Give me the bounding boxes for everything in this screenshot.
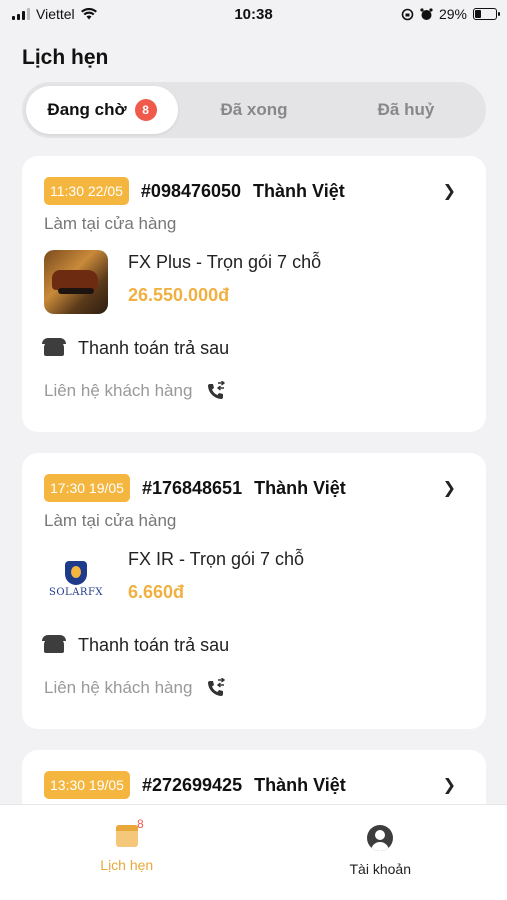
- service-location: Làm tại cửa hàng: [44, 214, 177, 233]
- appointment-time: 17:30 19/05: [44, 474, 130, 502]
- phone-transfer-icon: [206, 678, 226, 698]
- status-tabs: Đang chờ 8 Đã xong Đã huỷ: [22, 82, 486, 138]
- nav-label: Lịch hẹn: [100, 857, 154, 873]
- pending-count-badge: 8: [134, 99, 157, 121]
- product-thumbnail: SOLARFX: [44, 547, 108, 611]
- chevron-right-icon[interactable]: ❯: [443, 478, 456, 498]
- order-number: #272699425: [141, 774, 243, 795]
- contact-customer-button[interactable]: Liên hệ khách hàng: [44, 678, 464, 698]
- tab-label: Đã huỷ: [377, 100, 435, 119]
- appointment-card[interactable]: 17:30 19/05 #176848651 Thành Việt ❯ Làm …: [22, 453, 486, 729]
- battery-percent: 29%: [438, 6, 467, 22]
- product-item: FX Plus - Trọn gói 7 chỗ 26.550.000đ: [44, 250, 464, 314]
- customer-name: Thành Việt: [254, 774, 346, 795]
- tab-done[interactable]: Đã xong: [178, 86, 330, 134]
- appointment-time: 11:30 22/05: [44, 177, 129, 205]
- chevron-right-icon[interactable]: ❯: [443, 775, 456, 795]
- tab-pending[interactable]: Đang chờ 8: [26, 86, 178, 134]
- tab-cancelled[interactable]: Đã huỷ: [330, 86, 482, 134]
- product-price: 6.660đ: [128, 582, 185, 602]
- wifi-icon: [80, 8, 97, 20]
- service-location: Làm tại cửa hàng: [44, 511, 177, 530]
- battery-icon: [473, 8, 500, 20]
- appointment-time: 13:30 19/05: [44, 771, 130, 799]
- page-title: Lịch hẹn: [22, 46, 109, 69]
- product-thumbnail: [44, 250, 108, 314]
- tab-label: Đang chờ: [47, 100, 127, 119]
- contact-label: Liên hệ khách hàng: [44, 678, 193, 697]
- nav-appointments[interactable]: 8 Lịch hẹn: [0, 805, 254, 900]
- alarm-icon: [420, 7, 433, 20]
- carrier-label: Viettel: [36, 6, 75, 22]
- nav-account[interactable]: Tài khoản: [254, 805, 507, 900]
- nav-label: Tài khoản: [349, 861, 411, 877]
- contact-customer-button[interactable]: Liên hệ khách hàng: [44, 381, 464, 401]
- phone-transfer-icon: [206, 381, 226, 401]
- wallet-icon: [42, 337, 66, 356]
- nav-badge: 8: [137, 817, 144, 831]
- chevron-right-icon[interactable]: ❯: [443, 181, 456, 201]
- payment-method: Thanh toán trả sau: [78, 338, 230, 358]
- contact-label: Liên hệ khách hàng: [44, 381, 193, 400]
- appointment-card[interactable]: 11:30 22/05 #098476050 Thành Việt ❯ Làm …: [22, 156, 486, 432]
- status-bar: Viettel 10:38 29%: [0, 0, 507, 28]
- product-name: FX IR - Trọn gói 7 chỗ: [128, 549, 305, 569]
- solarfx-logo-icon: [65, 560, 87, 585]
- tab-label: Đã xong: [220, 100, 288, 119]
- clock: 10:38: [234, 5, 273, 23]
- bottom-navigation: 8 Lịch hẹn Tài khoản: [0, 804, 507, 900]
- user-icon: [367, 825, 394, 851]
- signal-icon: [12, 8, 30, 20]
- payment-method: Thanh toán trả sau: [78, 635, 230, 655]
- customer-name: Thành Việt: [254, 477, 346, 498]
- calendar-icon: [115, 825, 138, 847]
- rotation-lock-icon: [401, 8, 414, 20]
- customer-name: Thành Việt: [253, 180, 345, 201]
- product-item: SOLARFX FX IR - Trọn gói 7 chỗ 6.660đ: [44, 547, 464, 611]
- product-name: FX Plus - Trọn gói 7 chỗ: [128, 252, 322, 272]
- wallet-icon: [42, 634, 66, 653]
- product-price: 26.550.000đ: [128, 285, 230, 305]
- logo-text: SOLARFX: [49, 586, 103, 598]
- order-number: #176848651: [141, 477, 243, 498]
- order-number: #098476050: [140, 180, 242, 201]
